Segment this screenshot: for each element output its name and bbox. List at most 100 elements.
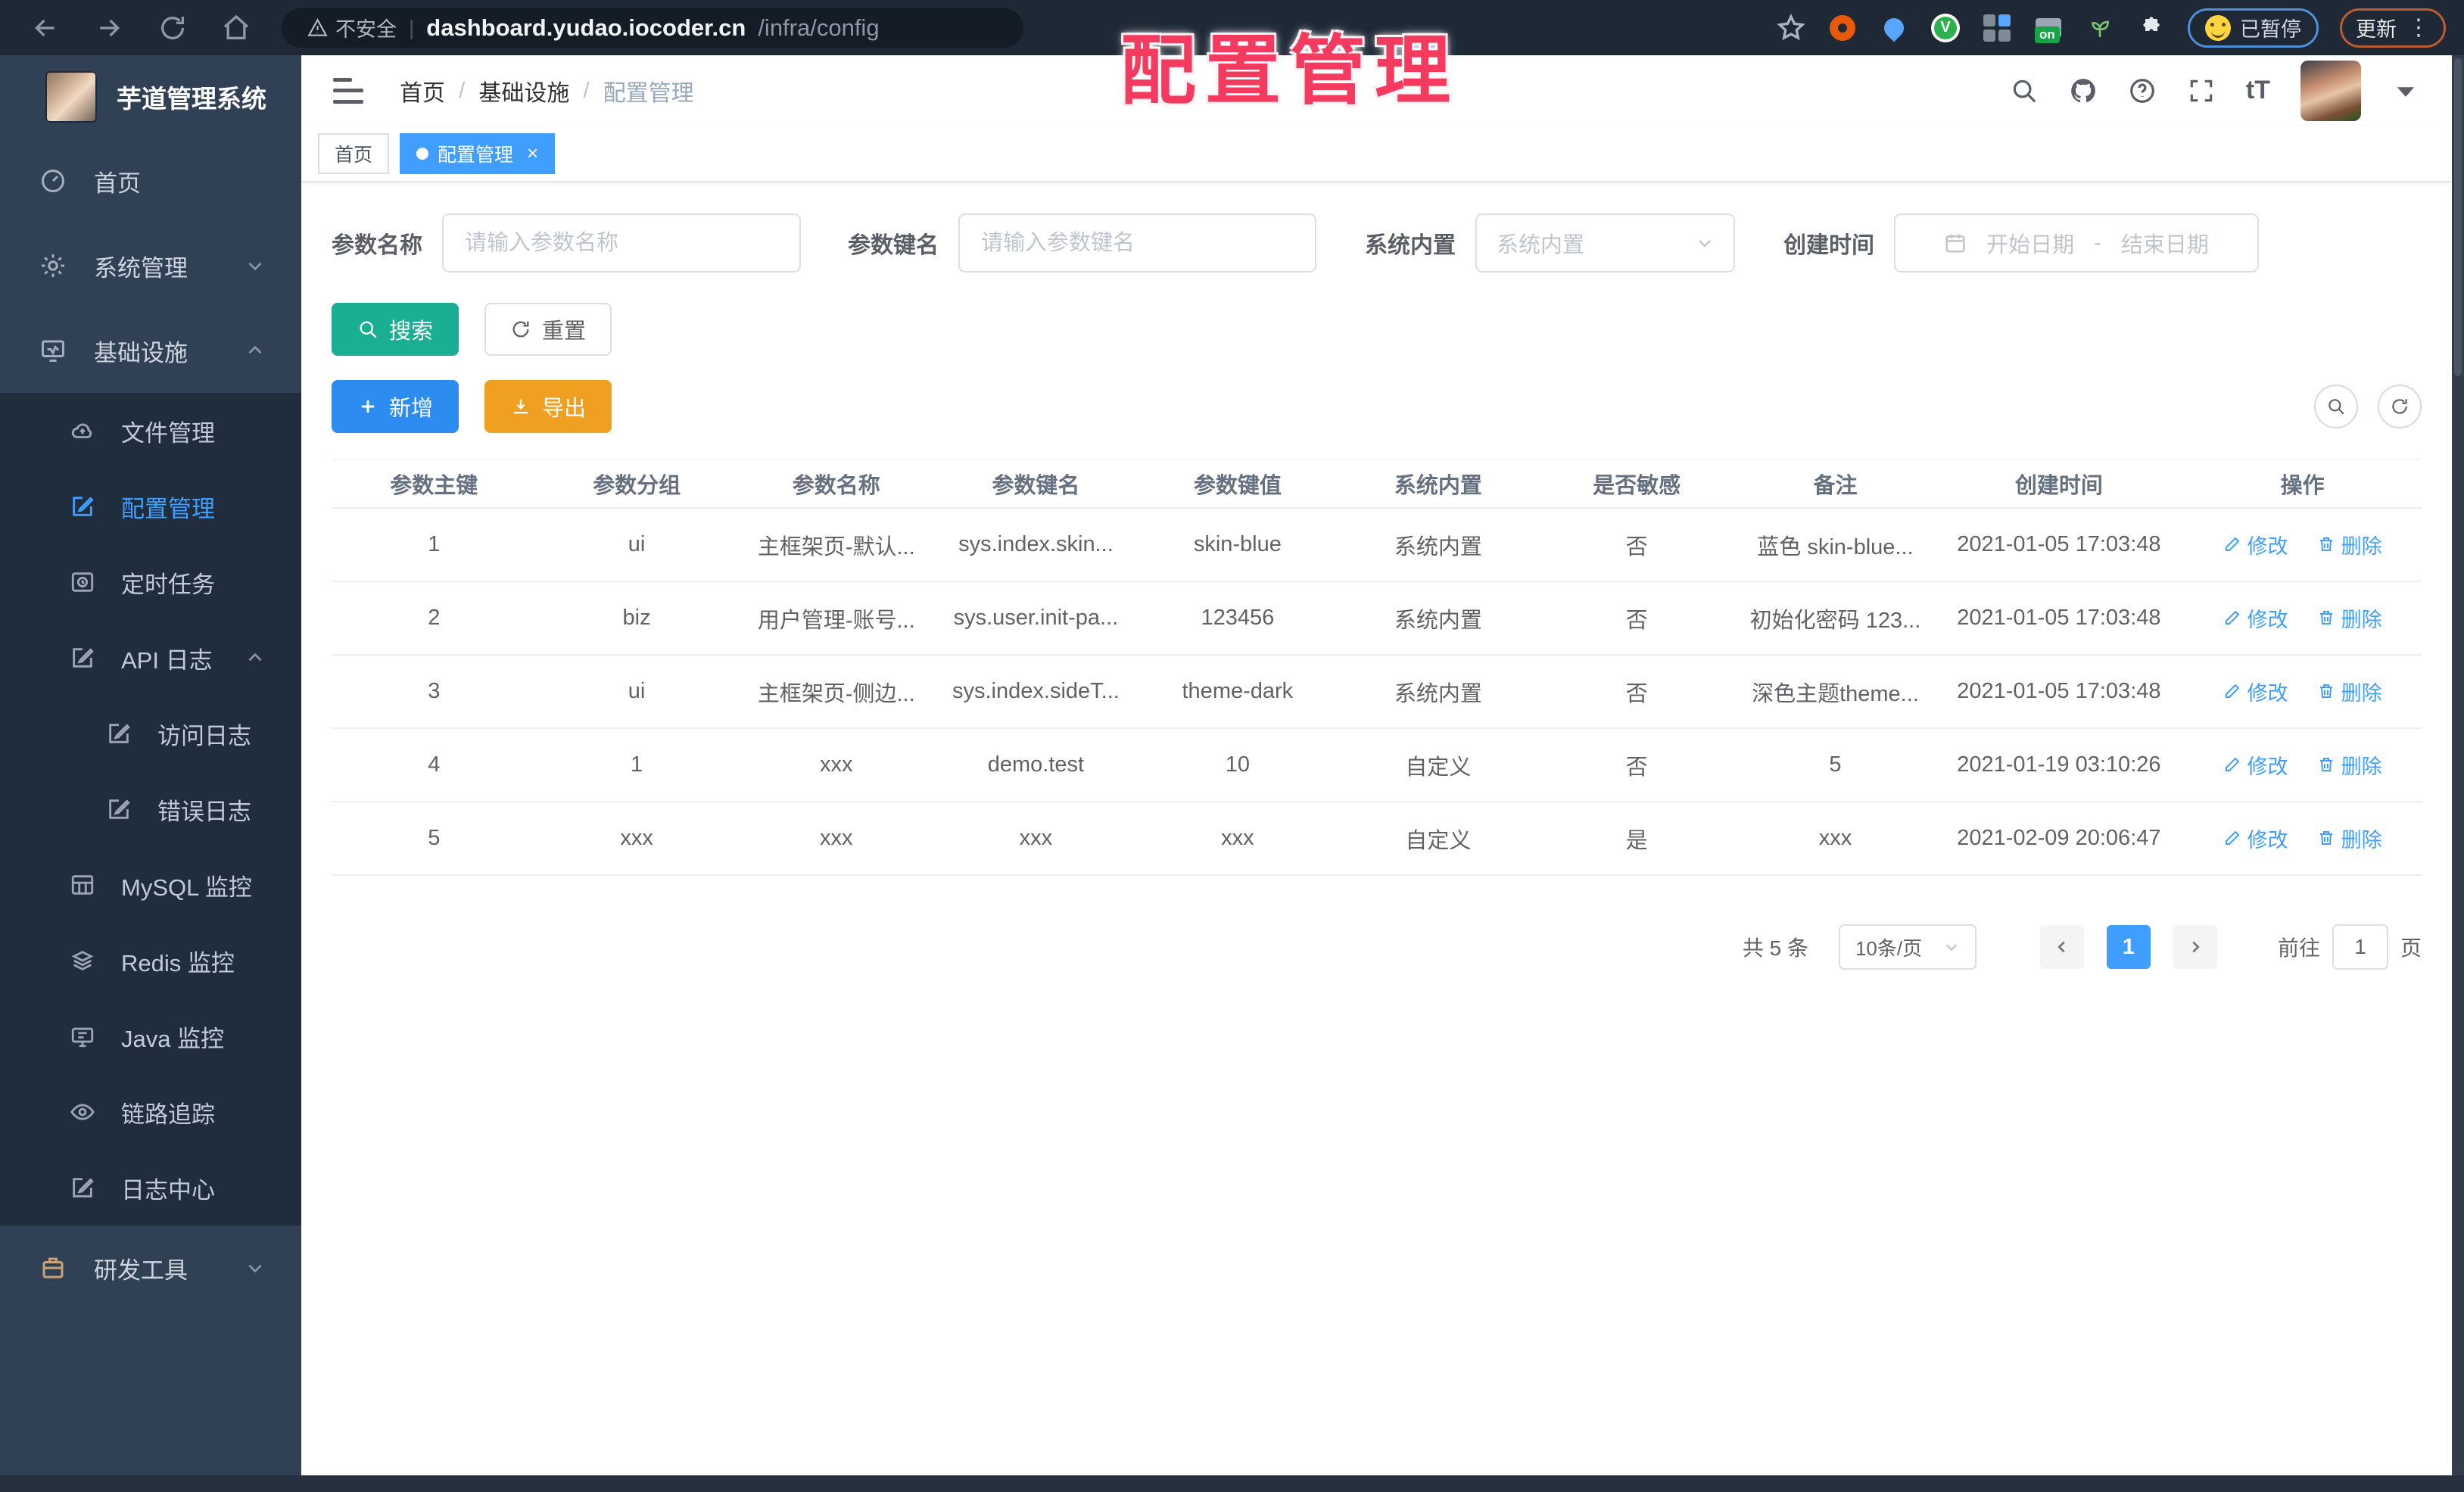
download-icon <box>510 396 531 417</box>
sidebar-item-log-center[interactable]: 日志中心 <box>0 1150 301 1226</box>
browser-forward-icon[interactable] <box>94 13 124 43</box>
edit-link[interactable]: 修改 <box>2223 603 2288 633</box>
breadcrumb-infrastructure[interactable]: 基础设施 <box>478 74 569 107</box>
vertical-scrollbar[interactable] <box>2452 55 2464 1475</box>
eye-icon <box>70 1099 95 1125</box>
edit-link[interactable]: 修改 <box>2223 530 2288 559</box>
browser-update-button[interactable]: 更新 ⋮ <box>2340 8 2446 48</box>
user-avatar[interactable] <box>2300 60 2361 121</box>
font-size-icon[interactable]: tT <box>2246 76 2270 105</box>
extension-grid-icon[interactable] <box>1982 13 2012 43</box>
goto-page-input[interactable] <box>2332 924 2388 970</box>
sidebar-item-error-logs[interactable]: 错误日志 <box>0 771 301 847</box>
filter-type-select[interactable]: 系统内置 <box>1475 213 1735 273</box>
search-icon[interactable] <box>2010 76 2039 105</box>
prev-page-button[interactable] <box>2039 925 2084 969</box>
sidebar-item-api-logs[interactable]: API 日志 <box>0 620 301 696</box>
delete-link[interactable]: 删除 <box>2317 603 2382 633</box>
table-row: 4 1 xxx demo.test 10 自定义 否 5 2021-01-19 … <box>332 728 2422 802</box>
sidebar-item-tracing[interactable]: 链路追踪 <box>0 1074 301 1150</box>
github-icon[interactable] <box>2069 76 2098 105</box>
refresh-table-button[interactable] <box>2378 385 2422 428</box>
fullscreen-icon[interactable] <box>2187 76 2216 105</box>
sidebar-item-file-management[interactable]: 文件管理 <box>0 393 301 469</box>
sidebar-item-scheduled-tasks[interactable]: 定时任务 <box>0 544 301 620</box>
tab-home[interactable]: 首页 <box>318 132 390 174</box>
chevron-down-icon <box>245 256 265 276</box>
export-button[interactable]: 导出 <box>484 380 612 433</box>
page-content: 参数名称 参数键名 系统内置 系统内置 创建时间 开始日期 - 结束日期 <box>301 182 2452 970</box>
extension-pin-icon[interactable] <box>1879 13 1909 43</box>
sidebar-item-mysql-monitor[interactable]: MySQL 监控 <box>0 847 301 923</box>
delete-link[interactable]: 删除 <box>2317 824 2382 853</box>
extension-sprout-icon[interactable] <box>2085 13 2115 43</box>
sidebar-item-label: API 日志 <box>121 646 213 674</box>
sidebar-logo[interactable]: 芋道管理系统 <box>0 55 301 139</box>
search-button[interactable]: 搜索 <box>332 303 459 356</box>
col-header: 备注 <box>1736 459 1935 509</box>
reset-button[interactable]: 重置 <box>484 303 612 356</box>
bookmark-star-icon[interactable] <box>1776 13 1806 43</box>
filter-key-input[interactable] <box>958 213 1316 273</box>
edit-link[interactable]: 修改 <box>2223 750 2288 780</box>
browser-reload-icon[interactable] <box>157 13 188 43</box>
security-label: 不安全 <box>335 18 397 41</box>
filter-date-label: 创建时间 <box>1783 233 1874 258</box>
dashboard-icon <box>39 167 67 195</box>
edit-square-icon <box>70 645 95 671</box>
horizontal-scrollbar[interactable] <box>0 1475 2464 1492</box>
tab-config-management[interactable]: 配置管理 × <box>400 132 556 174</box>
toolbox-icon <box>39 1254 67 1282</box>
page-size-select[interactable]: 10条/页 <box>1838 924 1976 970</box>
sidebar-item-redis-monitor[interactable]: Redis 监控 <box>0 923 301 998</box>
url-host: dashboard.yudao.iocoder.cn <box>426 14 746 41</box>
edit-link[interactable]: 修改 <box>2223 824 2288 853</box>
table-row: 2 biz 用户管理-账号... sys.user.init-pa... 123… <box>332 581 2422 656</box>
search-icon <box>2326 397 2346 416</box>
delete-link[interactable]: 删除 <box>2317 530 2382 559</box>
sidebar-item-dev-tools[interactable]: 研发工具 <box>0 1226 301 1310</box>
sidebar-item-label: 系统管理 <box>94 254 188 282</box>
sidebar-toggle-icon[interactable] <box>333 77 363 104</box>
security-warning[interactable]: 不安全 <box>307 13 397 42</box>
profile-paused-pill[interactable]: 已暂停 <box>2188 8 2319 48</box>
extensions-puzzle-icon[interactable] <box>2136 13 2167 43</box>
extension-translate-icon[interactable]: on <box>2033 13 2064 43</box>
page-number-1[interactable]: 1 <box>2106 925 2151 969</box>
sidebar-item-access-logs[interactable]: 访问日志 <box>0 696 301 771</box>
help-icon[interactable] <box>2128 76 2157 105</box>
next-page-button[interactable] <box>2173 925 2217 969</box>
sidebar-item-home[interactable]: 首页 <box>0 139 301 223</box>
create-button[interactable]: 新增 <box>332 380 459 433</box>
sidebar-item-java-monitor[interactable]: Java 监控 <box>0 998 301 1074</box>
chevron-right-icon <box>2187 939 2204 955</box>
chevron-up-icon <box>245 341 265 360</box>
address-bar[interactable]: 不安全 | dashboard.yudao.iocoder.cn/infra/c… <box>282 8 1023 48</box>
col-header: 操作 <box>2183 459 2422 509</box>
sidebar-item-infrastructure[interactable]: 基础设施 <box>0 308 301 393</box>
edit-pencil-icon <box>2223 829 2241 847</box>
scrollbar-thumb[interactable] <box>2454 58 2462 376</box>
close-icon[interactable]: × <box>527 142 538 165</box>
toggle-search-button[interactable] <box>2314 385 2358 428</box>
edit-link[interactable]: 修改 <box>2223 677 2288 706</box>
breadcrumb-home[interactable]: 首页 <box>400 74 445 107</box>
sidebar-item-system[interactable]: 系统管理 <box>0 223 301 308</box>
filter-type-label: 系统内置 <box>1365 233 1456 258</box>
delete-link[interactable]: 删除 <box>2317 750 2382 780</box>
delete-link[interactable]: 删除 <box>2317 677 2382 706</box>
sidebar-item-config-management[interactable]: 配置管理 <box>0 469 301 544</box>
filter-date-range[interactable]: 开始日期 - 结束日期 <box>1894 213 2259 273</box>
browser-back-icon[interactable] <box>30 13 61 43</box>
extension-v-icon[interactable]: V <box>1930 13 1961 43</box>
avatar-caret-icon[interactable] <box>2391 76 2420 105</box>
sidebar-item-label: Redis 监控 <box>121 949 235 976</box>
search-icon <box>357 319 378 340</box>
kebab-menu-icon[interactable]: ⋮ <box>2407 14 2430 41</box>
sidebar-submenu-infrastructure: 文件管理 配置管理 定时任务 API 日志 访问日志 错误日志 MySQL 监控… <box>0 393 301 1226</box>
plus-icon <box>357 396 378 417</box>
filter-name-label: 参数名称 <box>332 233 422 258</box>
browser-home-icon[interactable] <box>221 13 251 43</box>
extension-donut-icon[interactable] <box>1827 13 1858 43</box>
filter-name-input[interactable] <box>442 213 801 273</box>
